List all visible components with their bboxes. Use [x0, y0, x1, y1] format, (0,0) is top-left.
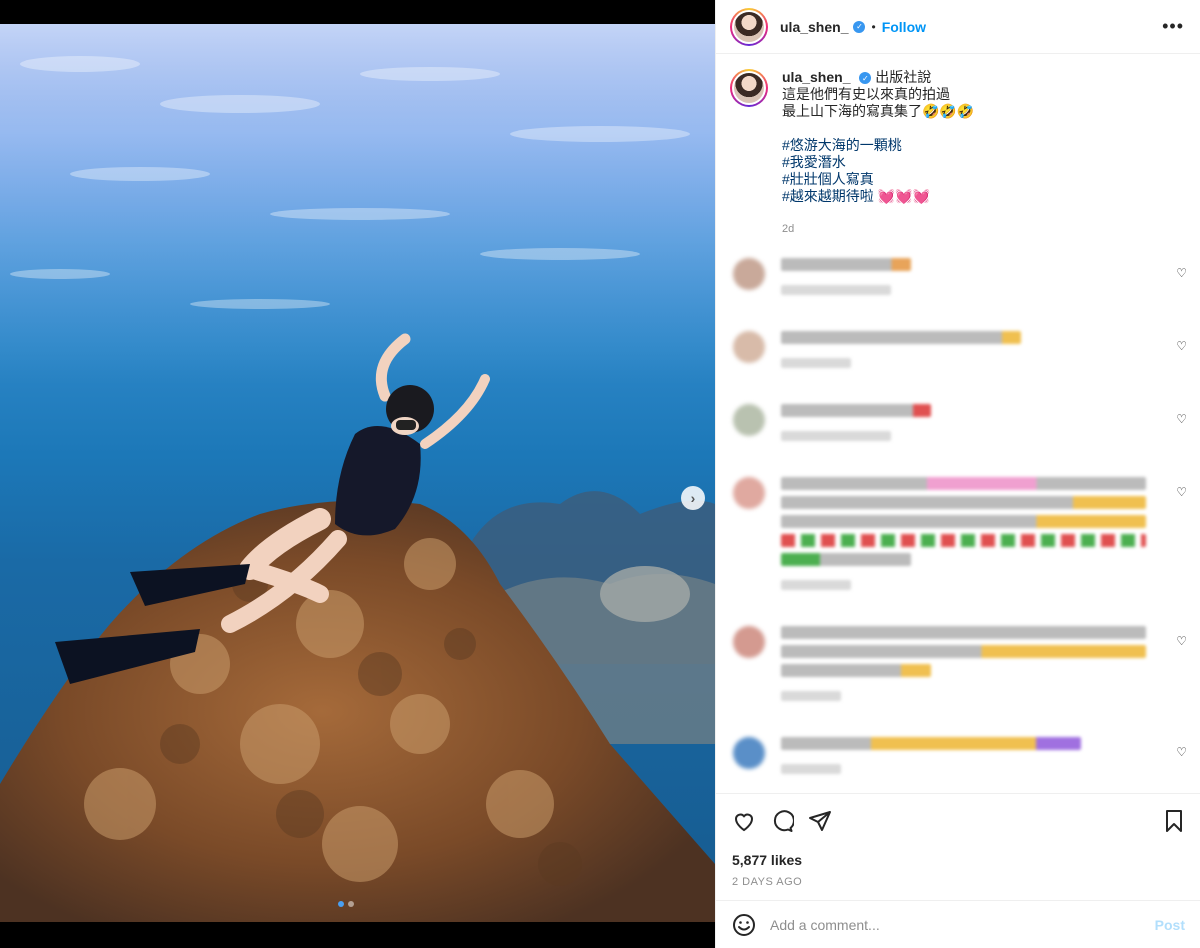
commenter-avatar[interactable]: [733, 477, 765, 509]
hashtag-link[interactable]: #我愛潛水: [782, 154, 974, 171]
post-panel: ula_shen_ ✓ • Follow ••• ula_shen_ ✓ 出版社…: [715, 0, 1200, 948]
heart-icon[interactable]: [732, 809, 756, 833]
comment-item: ♡: [716, 258, 1200, 295]
caption-username[interactable]: ula_shen_: [782, 69, 850, 85]
carousel-dot-2: [348, 901, 354, 907]
comment-input[interactable]: [770, 916, 1130, 933]
comment-item: ♡: [716, 737, 1200, 774]
caption-line-1: 這是他們有史以來真的拍過: [782, 86, 950, 102]
likes-count[interactable]: 5,877 likes: [732, 852, 1185, 868]
caption-line-2: 最上山下海的寫真集了🤣🤣🤣: [782, 103, 975, 119]
post-caption: ula_shen_ ✓ 出版社說 這是他們有史以來真的拍過 最上山下海的寫真集了…: [716, 55, 1200, 238]
commenter-avatar[interactable]: [733, 737, 765, 769]
verified-badge-icon: ✓: [859, 72, 872, 85]
post-comment-button[interactable]: Post: [1155, 917, 1185, 933]
comment-list: ♡ ♡ ♡ ♡ ♡ ♡: [716, 258, 1200, 774]
comment-item: ♡: [716, 404, 1200, 441]
hashtag-link[interactable]: #壯壯個人寫真: [782, 171, 974, 188]
comment-item: ♡: [716, 626, 1200, 701]
emoji-icon[interactable]: [732, 913, 756, 937]
commenter-avatar[interactable]: [733, 258, 765, 290]
verified-badge-icon: ✓: [853, 20, 866, 33]
comment-item: ♡: [716, 477, 1200, 590]
post-media[interactable]: ›: [0, 24, 715, 922]
comment-icon[interactable]: [770, 809, 794, 833]
comment-heart-icon[interactable]: ♡: [1176, 485, 1187, 499]
post-header: ula_shen_ ✓ • Follow •••: [716, 0, 1200, 54]
follow-button[interactable]: Follow: [882, 19, 926, 35]
comment-heart-icon[interactable]: ♡: [1176, 266, 1187, 280]
commenter-avatar[interactable]: [733, 404, 765, 436]
share-icon[interactable]: [808, 809, 832, 833]
post-time: 2 DAYS AGO: [732, 876, 803, 888]
separator-dot: •: [871, 19, 876, 34]
hashtag-link[interactable]: #悠游大海的一顆桃: [782, 137, 974, 154]
comment-heart-icon[interactable]: ♡: [1176, 339, 1187, 353]
commenter-avatar[interactable]: [733, 331, 765, 363]
next-arrow-icon[interactable]: ›: [681, 486, 705, 510]
carousel-dot-1: [338, 901, 344, 907]
post-actions: 5,877 likes 2 DAYS AGO: [716, 793, 1200, 888]
caption-age: 2d: [782, 223, 795, 235]
comment-heart-icon[interactable]: ♡: [1176, 412, 1187, 426]
carousel-dots: [338, 901, 354, 907]
bookmark-icon[interactable]: [1163, 809, 1185, 833]
commenter-avatar[interactable]: [733, 626, 765, 658]
caption-tag: 出版社說: [875, 69, 932, 85]
comments-scroll[interactable]: ula_shen_ ✓ 出版社說 這是他們有史以來真的拍過 最上山下海的寫真集了…: [716, 55, 1200, 793]
author-username[interactable]: ula_shen_: [780, 19, 848, 35]
comment-heart-icon[interactable]: ♡: [1176, 634, 1187, 648]
comment-item: ♡: [716, 331, 1200, 368]
comment-composer: Post: [716, 900, 1200, 948]
author-avatar[interactable]: [730, 7, 768, 46]
underwater-photo: [0, 24, 715, 922]
comment-heart-icon[interactable]: ♡: [1176, 745, 1187, 759]
more-icon[interactable]: •••: [1162, 16, 1184, 37]
caption-avatar[interactable]: [730, 69, 768, 107]
hashtag-link[interactable]: #越來越期待啦 💓💓💓: [782, 188, 974, 205]
